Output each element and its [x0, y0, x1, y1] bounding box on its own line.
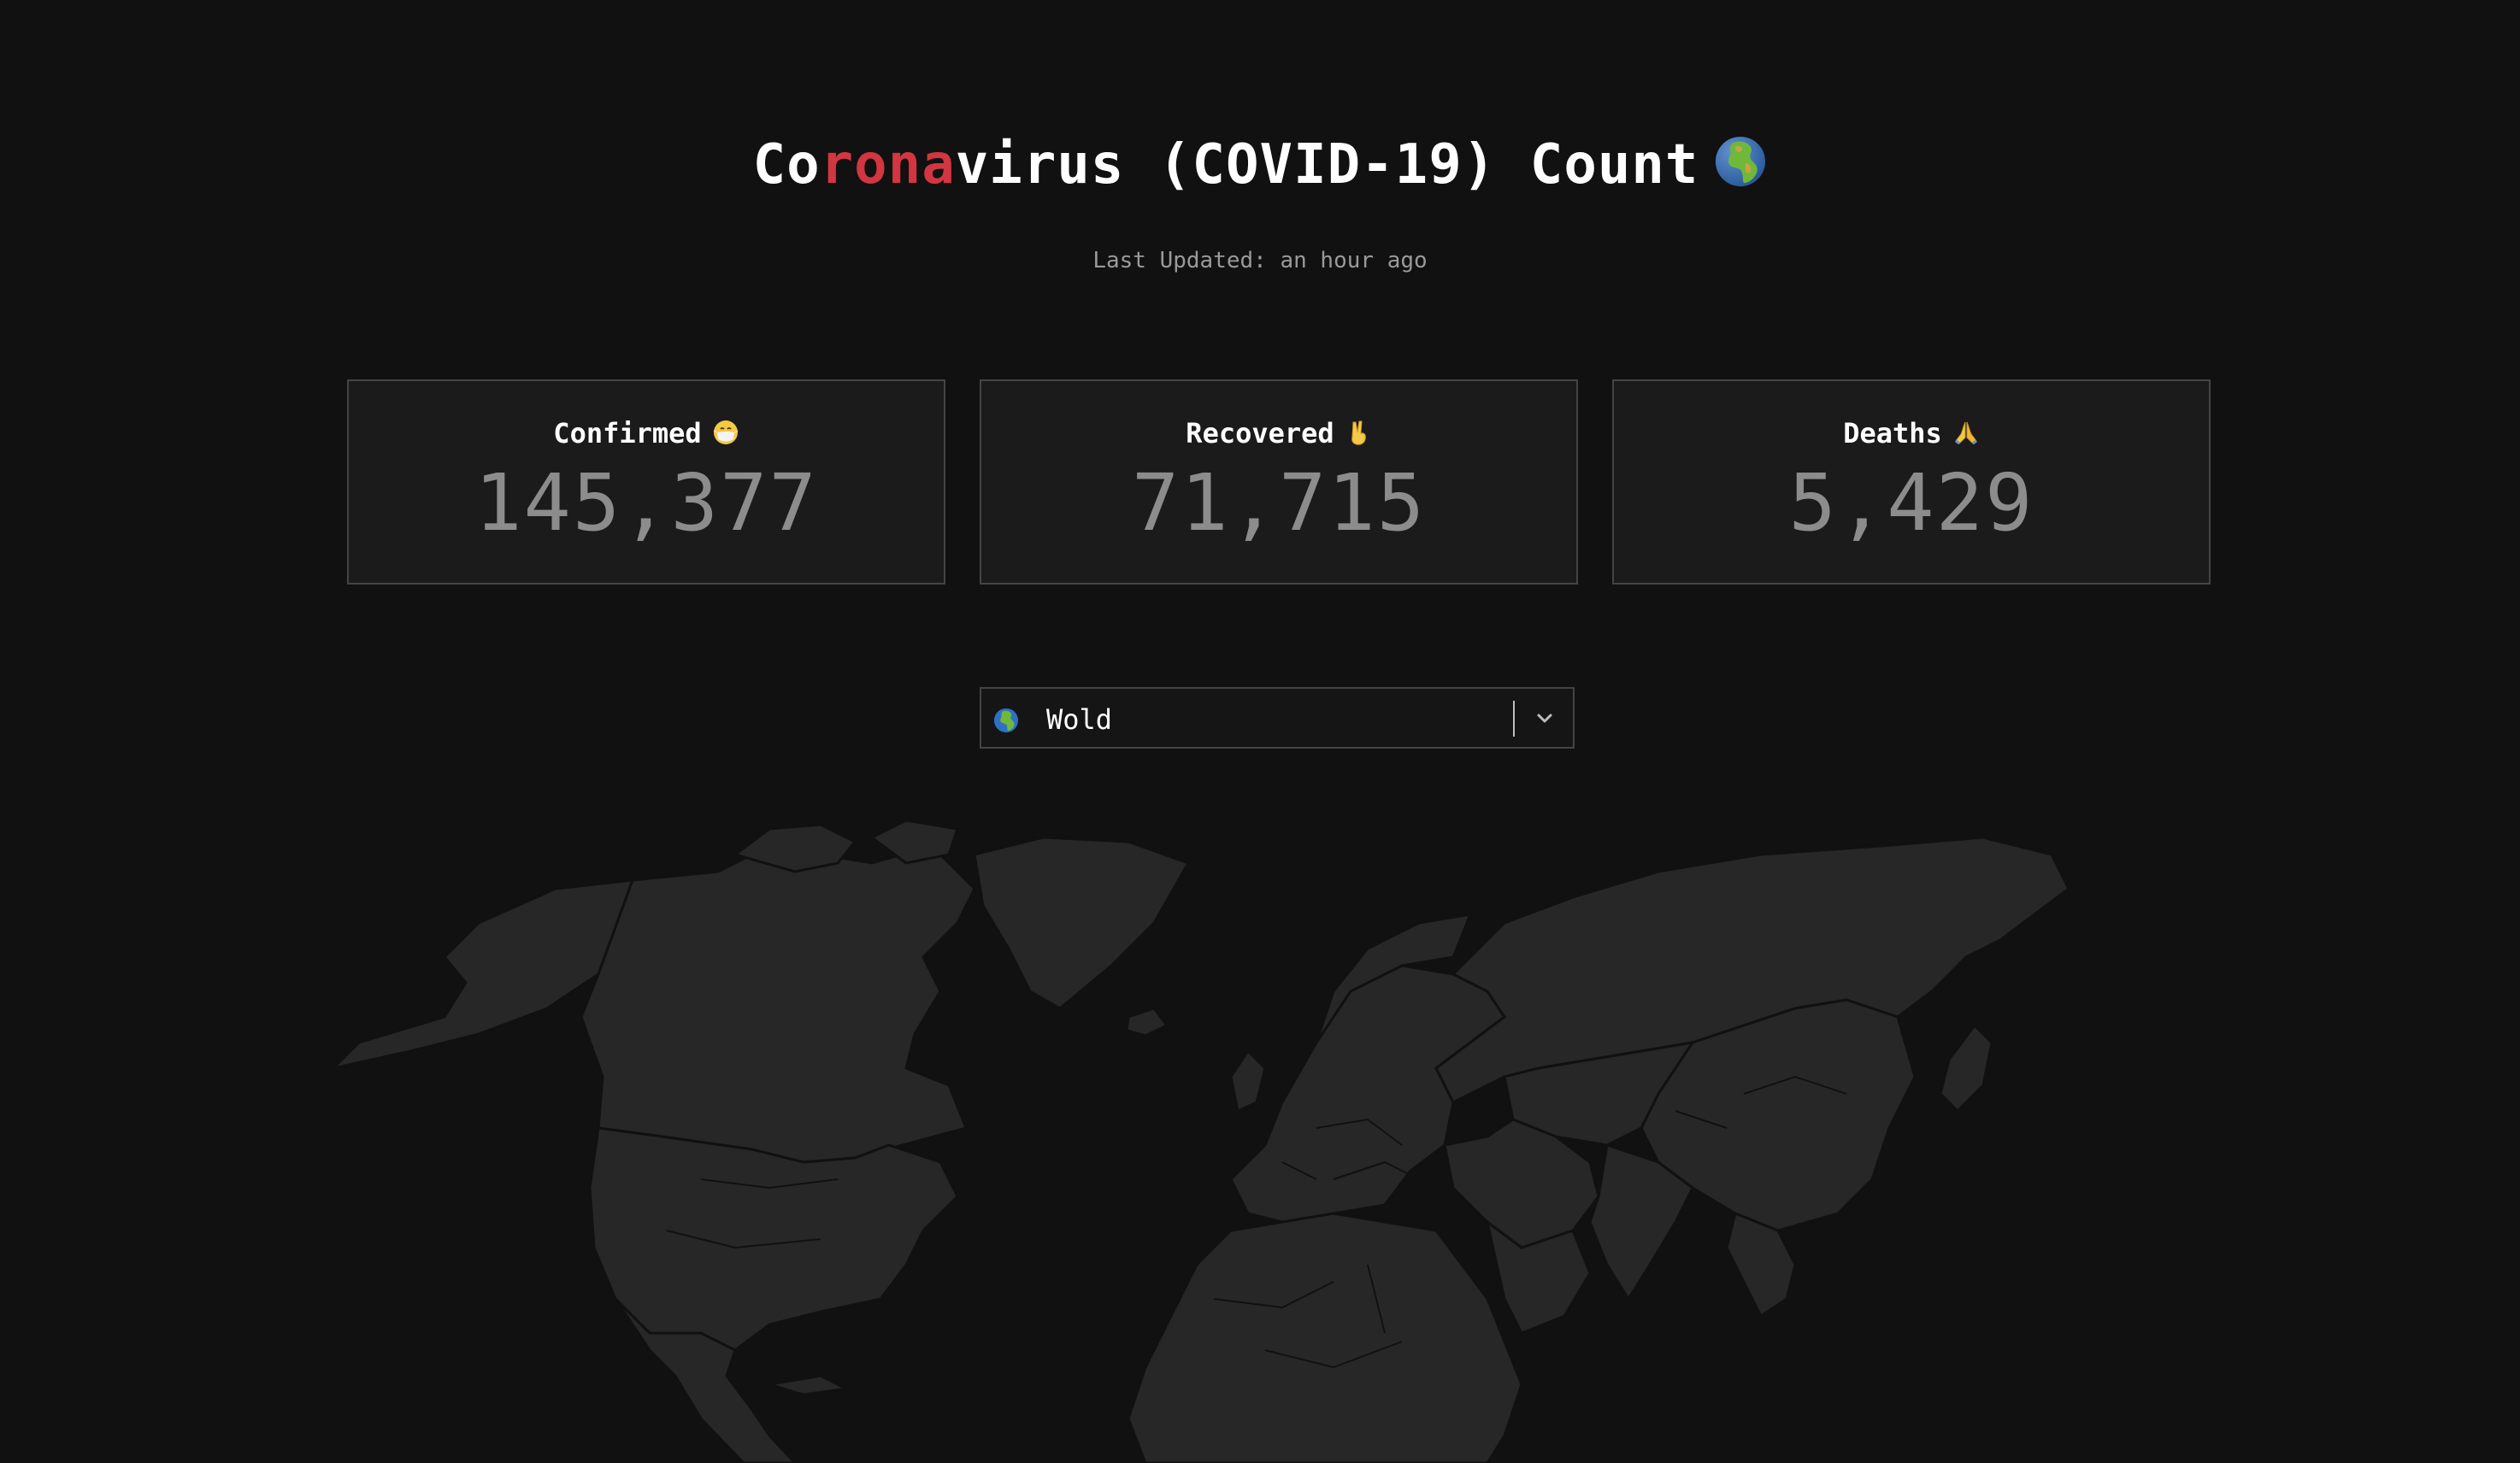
stat-value: 71,715 — [1131, 457, 1427, 549]
stats-row: Confirmed 145,377 Recovered 71,715 Death… — [347, 379, 2211, 585]
stat-label-row: Confirmed — [349, 415, 944, 451]
page-title: Coronavirus (COVID-19) Count — [0, 122, 2520, 208]
map-region-canada — [580, 844, 976, 1164]
title-suffix: virus (COVID-19) Count — [955, 132, 1699, 197]
last-updated: Last Updated: an hour ago — [1092, 248, 1428, 273]
world-map — [329, 820, 2070, 1463]
stat-value: 145,377 — [474, 457, 818, 549]
map-region-alaska — [329, 878, 635, 1071]
stat-label-row: Recovered — [981, 415, 1576, 451]
map-region-africa — [1127, 1212, 1523, 1463]
map-region-uk — [1229, 1049, 1267, 1113]
region-select[interactable]: Wold — [980, 687, 1575, 749]
stat-label-row: Deaths — [1614, 415, 2209, 451]
map-region-cuba — [768, 1374, 851, 1396]
map-region-iceland — [1125, 1007, 1169, 1037]
map-region-greenland — [973, 836, 1191, 1010]
globe-icon — [993, 708, 1019, 733]
globe-africa-europe-icon — [1716, 136, 1766, 186]
chevron-down-icon[interactable] — [1530, 704, 1559, 733]
page: Coronavirus (COVID-19) Count Last Update… — [0, 0, 2520, 1463]
title-accent: rona — [820, 132, 956, 197]
stat-card-confirmed: Confirmed 145,377 — [347, 379, 945, 585]
map-region-japan — [1939, 1023, 1993, 1113]
title-prefix: Co — [752, 132, 821, 197]
stat-label: Deaths — [1843, 417, 1942, 449]
stat-label: Confirmed — [553, 417, 702, 449]
stat-label: Recovered — [1186, 417, 1334, 449]
victory-hand-icon — [1351, 420, 1366, 445]
stat-card-deaths: Deaths 5,429 — [1612, 379, 2211, 585]
stat-card-recovered: Recovered 71,715 — [980, 379, 1578, 585]
stat-value: 5,429 — [1788, 457, 2034, 549]
select-separator — [1513, 701, 1515, 737]
map-region-usa — [588, 1126, 959, 1352]
folded-hands-icon — [1954, 421, 1977, 445]
region-select-value: Wold — [1046, 703, 1113, 736]
face-with-medical-mask-icon — [713, 420, 739, 444]
map-region-arctic-islands-2 — [869, 820, 959, 865]
